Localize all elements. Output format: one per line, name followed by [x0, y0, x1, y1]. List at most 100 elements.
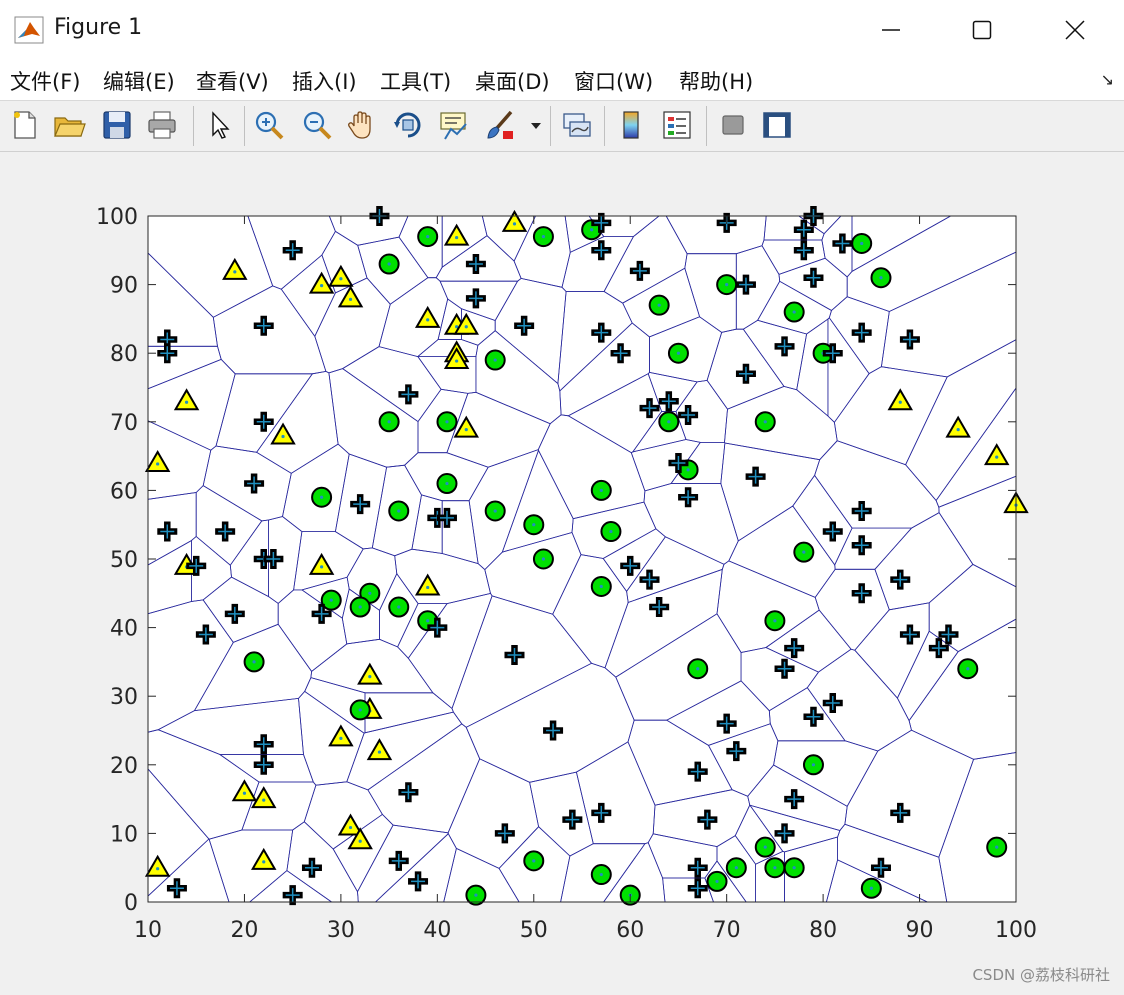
- menu-insert[interactable]: 插入(I): [292, 66, 357, 96]
- y-tick-label: 90: [110, 274, 138, 299]
- menu-view[interactable]: 查看(V): [196, 66, 269, 96]
- menu-edit[interactable]: 编辑(E): [103, 66, 175, 96]
- title-bar: Figure 1: [0, 0, 1124, 60]
- colorbar-icon[interactable]: [614, 108, 648, 142]
- brush-dropdown-icon[interactable]: [528, 108, 544, 142]
- dock-arrow-icon[interactable]: ↘: [1101, 70, 1114, 89]
- x-tick-label: 100: [995, 918, 1037, 943]
- toolbar-separator: [550, 106, 551, 146]
- marker-center-dot: [541, 557, 546, 561]
- hide-plot-tools-icon[interactable]: [716, 108, 750, 142]
- toolbar-separator: [193, 106, 194, 146]
- marker-center-dot: [455, 359, 459, 363]
- show-plot-tools-icon[interactable]: [760, 108, 794, 142]
- marker-center-dot: [426, 585, 430, 590]
- toolbar-separator: [604, 106, 605, 146]
- maximize-button[interactable]: [936, 0, 1028, 60]
- marker-center-dot: [320, 284, 324, 288]
- y-tick-label: 20: [110, 754, 138, 779]
- marker-center-dot: [358, 708, 362, 712]
- marker-center-dot: [387, 262, 391, 266]
- data-cursor-icon[interactable]: [437, 108, 471, 142]
- marker-center-dot: [541, 234, 546, 239]
- marker-center-dot: [397, 509, 401, 513]
- marker-center-dot: [493, 358, 497, 362]
- menu-help[interactable]: 帮助(H): [679, 66, 753, 96]
- link-plot-icon[interactable]: [560, 108, 594, 142]
- marker-center-dot: [493, 509, 497, 513]
- marker-center-dot: [532, 859, 536, 863]
- marker-center-dot: [898, 400, 902, 404]
- marker-center-dot: [464, 428, 468, 432]
- marker-center-dot: [348, 825, 353, 830]
- marker-center-dot: [184, 400, 189, 404]
- matlab-logo-icon: [14, 16, 44, 44]
- marker-center-dot: [377, 750, 382, 754]
- save-icon[interactable]: [100, 108, 134, 142]
- marker-center-dot: [348, 297, 353, 301]
- minimize-button[interactable]: [845, 0, 937, 60]
- marker-center-dot: [455, 235, 459, 240]
- zoom-out-icon[interactable]: [300, 108, 334, 142]
- marker-center-dot: [802, 550, 806, 554]
- legend-icon[interactable]: [660, 108, 694, 142]
- minimize-icon: [882, 29, 900, 31]
- pan-hand-icon[interactable]: [345, 108, 379, 142]
- x-tick-label: 40: [423, 918, 451, 943]
- marker-center-dot: [339, 277, 343, 281]
- rotate-3d-icon[interactable]: [391, 108, 425, 142]
- print-icon[interactable]: [145, 108, 179, 142]
- watermark: CSDN @荔枝科研社: [972, 966, 1110, 984]
- x-tick-label: 30: [327, 918, 355, 943]
- marker-center-dot: [397, 605, 401, 609]
- marker-center-dot: [426, 619, 430, 623]
- menu-tools[interactable]: 工具(T): [380, 66, 451, 96]
- x-tick-label: 20: [230, 918, 258, 943]
- marker-center-dot: [676, 351, 681, 355]
- marker-center-dot: [156, 462, 160, 466]
- marker-center-dot: [233, 270, 237, 274]
- y-tick-label: 50: [110, 548, 138, 573]
- marker-center-dot: [320, 565, 324, 569]
- marker-center-dot: [686, 468, 690, 472]
- marker-center-dot: [696, 667, 700, 671]
- marker-center-dot: [763, 420, 767, 424]
- marker-center-dot: [358, 839, 362, 843]
- figure-canvas: 10 20 30 40 50 60 70 80 90 100 0 10 20 30 40 50 60 70 80 90…: [4, 152, 1120, 991]
- marker-center-dot: [657, 303, 661, 307]
- marker-center-dot: [339, 736, 343, 740]
- x-tick-label: 90: [906, 918, 934, 943]
- marker-center-dot: [368, 675, 372, 679]
- marker-center-dot: [869, 886, 873, 890]
- menu-desktop[interactable]: 桌面(D): [475, 66, 550, 96]
- x-tick-label: 50: [520, 918, 548, 943]
- marker-center-dot: [156, 867, 160, 871]
- pointer-icon[interactable]: [202, 108, 236, 142]
- marker-center-dot: [426, 318, 430, 322]
- marker-center-dot: [358, 605, 362, 609]
- marker-center-dot: [368, 591, 372, 595]
- marker-center-dot: [879, 276, 883, 280]
- y-tick-label: 60: [110, 479, 138, 504]
- marker-center-dot: [966, 667, 970, 671]
- voronoi-scatter-plot[interactable]: 10 20 30 40 50 60 70 80 90 1000102030405060708090…: [4, 152, 1120, 991]
- brush-icon[interactable]: [483, 108, 517, 142]
- marker-center-dot: [426, 234, 430, 239]
- menu-window[interactable]: 窗口(W): [574, 66, 653, 96]
- y-tick-label: 0: [124, 891, 138, 916]
- toolbar-separator: [706, 106, 707, 146]
- marker-center-dot: [995, 845, 999, 849]
- marker-center-dot: [811, 763, 816, 767]
- window-title: Figure 1: [54, 15, 143, 40]
- marker-center-dot: [792, 866, 796, 870]
- zoom-in-icon[interactable]: [252, 108, 286, 142]
- new-figure-icon[interactable]: [8, 108, 42, 142]
- marker-center-dot: [860, 241, 864, 246]
- x-tick-label: 70: [713, 918, 741, 943]
- open-file-icon[interactable]: [52, 108, 86, 142]
- menu-file[interactable]: 文件(F): [10, 66, 80, 96]
- marker-center-dot: [715, 879, 719, 884]
- marker-center-dot: [512, 222, 517, 226]
- marker-center-dot: [445, 481, 449, 486]
- close-button[interactable]: [1029, 0, 1121, 60]
